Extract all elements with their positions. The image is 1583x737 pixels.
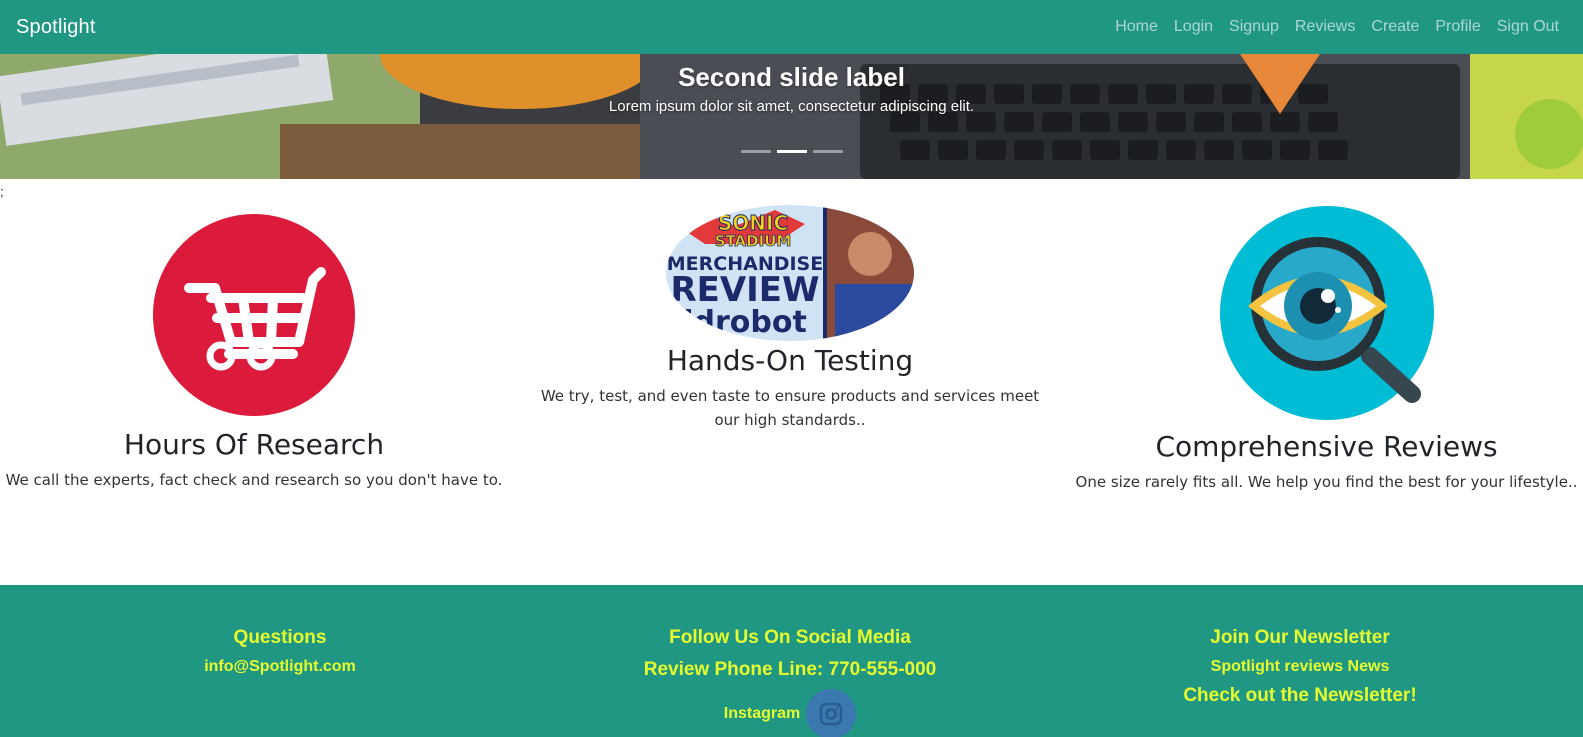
nav-reviews-link[interactable]: Reviews [1287,18,1363,36]
feature-text: We try, test, and even taste to ensure p… [540,387,1040,429]
carousel-indicator[interactable] [740,150,771,153]
slide-title: Second slide label [678,62,905,92]
nav-signout-link[interactable]: Sign Out [1489,18,1567,36]
magnifier-eye-icon [1219,206,1434,420]
feature-text: We call the experts, fact check and rese… [5,471,503,489]
footer-email-link[interactable]: info@Spotlight.com [130,655,430,679]
image-text-stadium: STADIUM [715,232,792,250]
carousel-indicator-active[interactable] [776,150,807,153]
image-text-idrobot: idrobot [683,305,807,340]
footer-questions: Questions info@Spotlight.com [130,625,430,679]
stray-text: ; [0,184,4,199]
carousel-indicator[interactable] [812,150,843,153]
nav-create-link[interactable]: Create [1363,18,1427,36]
instagram-row: Instagram [590,689,990,737]
nav-home-link[interactable]: Home [1107,18,1166,36]
brand-link[interactable]: Spotlight [16,16,96,39]
instagram-label[interactable]: Instagram [724,702,800,726]
merchandise-review-image: SONIC STADIUM MERCHANDISE REVIEW idrobot [666,205,914,341]
footer-newsletter-sub: Spotlight reviews News [1210,658,1390,675]
shopping-cart-icon [153,214,355,416]
instagram-button[interactable] [806,689,857,737]
carousel-indicators [740,150,843,153]
feature-reviews: Comprehensive Reviews One size rarely fi… [1070,206,1583,494]
footer-social: Follow Us On Social Media Review Phone L… [590,625,990,737]
footer-newsletter: Join Our Newsletter Spotlight reviews Ne… [1150,625,1450,709]
feature-title: Hands-On Testing [666,344,914,377]
footer-newsletter-heading: Join Our Newsletter [1210,627,1390,648]
navbar: Spotlight Home Login Signup Reviews Crea… [0,0,1583,54]
footer-social-heading: Follow Us On Social Media [669,627,911,648]
instagram-icon [819,702,843,726]
feature-text: One size rarely fits all. We help you fi… [1075,473,1578,491]
feature-testing: SONIC STADIUM MERCHANDISE REVIEW idrobot… [540,204,1040,432]
hero-carousel[interactable]: Second slide label Lorem ipsum dolor sit… [0,54,1583,179]
nav-profile-link[interactable]: Profile [1427,18,1488,36]
footer-questions-heading: Questions [233,627,327,648]
image-text-review: REVIEW [670,270,819,310]
carousel-caption: Second slide label Lorem ipsum dolor sit… [0,60,1583,115]
feature-title: Hours Of Research [123,428,385,461]
feature-title: Comprehensive Reviews [1155,430,1498,463]
footer-phone: Review Phone Line: 770-555-000 [643,659,937,680]
feature-research: Hours Of Research We call the experts, f… [0,214,508,492]
slide-text: Lorem ipsum dolor sit amet, consectetur … [608,98,975,115]
footer-newsletter-link[interactable]: Check out the Newsletter! [1150,683,1450,709]
footer: Questions info@Spotlight.com Follow Us O… [0,585,1583,737]
nav-login-link[interactable]: Login [1166,18,1221,36]
nav-links: Home Login Signup Reviews Create Profile… [1107,18,1567,36]
nav-signup-link[interactable]: Signup [1221,18,1287,36]
